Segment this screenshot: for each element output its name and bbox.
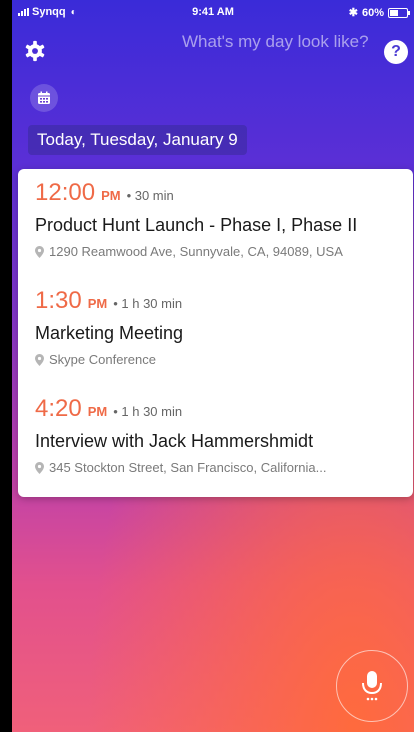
event-title: Marketing Meeting — [35, 323, 184, 343]
event-time-row: 4:20 PM • 1 h 30 min — [35, 395, 400, 423]
event-time: 4:20 — [35, 395, 82, 422]
event-item[interactable]: 4:20 PM • 1 h 30 min Interview with Jack… — [35, 395, 400, 475]
event-location-row: 345 Stockton Street, San Francisco, Cali… — [35, 460, 400, 475]
event-ampm: PM — [101, 188, 121, 203]
event-item[interactable]: 1:30 PM • 1 h 30 min Marketing Meeting S… — [35, 287, 400, 367]
event-location-row: Skype Conference — [35, 352, 400, 367]
battery-percent: 60% — [361, 6, 384, 19]
date-label[interactable]: Today, Tuesday, January 9 — [28, 125, 247, 155]
event-location: 1290 Reamwood Ave, Sunnyvale, CA, 94089,… — [49, 244, 343, 259]
calendar-icon — [38, 91, 50, 104]
event-time: 1:30 — [35, 287, 82, 314]
battery-fill — [390, 9, 399, 16]
location-pin-icon — [35, 461, 44, 474]
event-time: 12:00 — [35, 179, 96, 206]
help-icon[interactable]: ? — [384, 40, 408, 64]
location-pin-icon — [35, 245, 44, 258]
event-duration: • 1 h 30 min — [113, 404, 183, 419]
voice-query-text: What's my day look like? — [182, 32, 369, 51]
event-title: Product Hunt Launch - Phase I, Phase II — [35, 215, 358, 235]
event-duration: • 30 min — [126, 188, 174, 203]
calendar-button[interactable] — [30, 84, 58, 112]
microphone-button[interactable] — [336, 650, 408, 722]
status-bar: Synqq ◐ 9:41 AM ✱ 60% — [12, 0, 414, 24]
event-location: Skype Conference — [49, 352, 156, 367]
gear-icon[interactable] — [24, 40, 46, 62]
event-ampm: PM — [87, 296, 108, 311]
event-time-row: 1:30 PM • 1 h 30 min — [35, 287, 400, 315]
event-title: Interview with Jack Hammershmidt — [35, 431, 314, 451]
event-location: 345 Stockton Street, San Francisco, Cali… — [49, 460, 327, 475]
phone-screen: Synqq ◐ 9:41 AM ✱ 60% What's my day look… — [12, 0, 414, 732]
battery-icon — [388, 7, 410, 18]
event-time-row: 12:00 PM • 30 min — [35, 179, 400, 207]
status-right: ✱ 60% — [348, 6, 410, 19]
event-duration: • 1 h 30 min — [113, 296, 183, 311]
microphone-icon — [362, 671, 382, 701]
event-location-row: 1290 Reamwood Ave, Sunnyvale, CA, 94089,… — [35, 244, 400, 259]
event-ampm: PM — [87, 404, 108, 419]
events-card: 12:00 PM • 30 min Product Hunt Launch - … — [18, 169, 413, 497]
location-pin-icon — [35, 353, 44, 366]
bluetooth-icon: ✱ — [348, 7, 358, 19]
event-item[interactable]: 12:00 PM • 30 min Product Hunt Launch - … — [35, 179, 400, 259]
